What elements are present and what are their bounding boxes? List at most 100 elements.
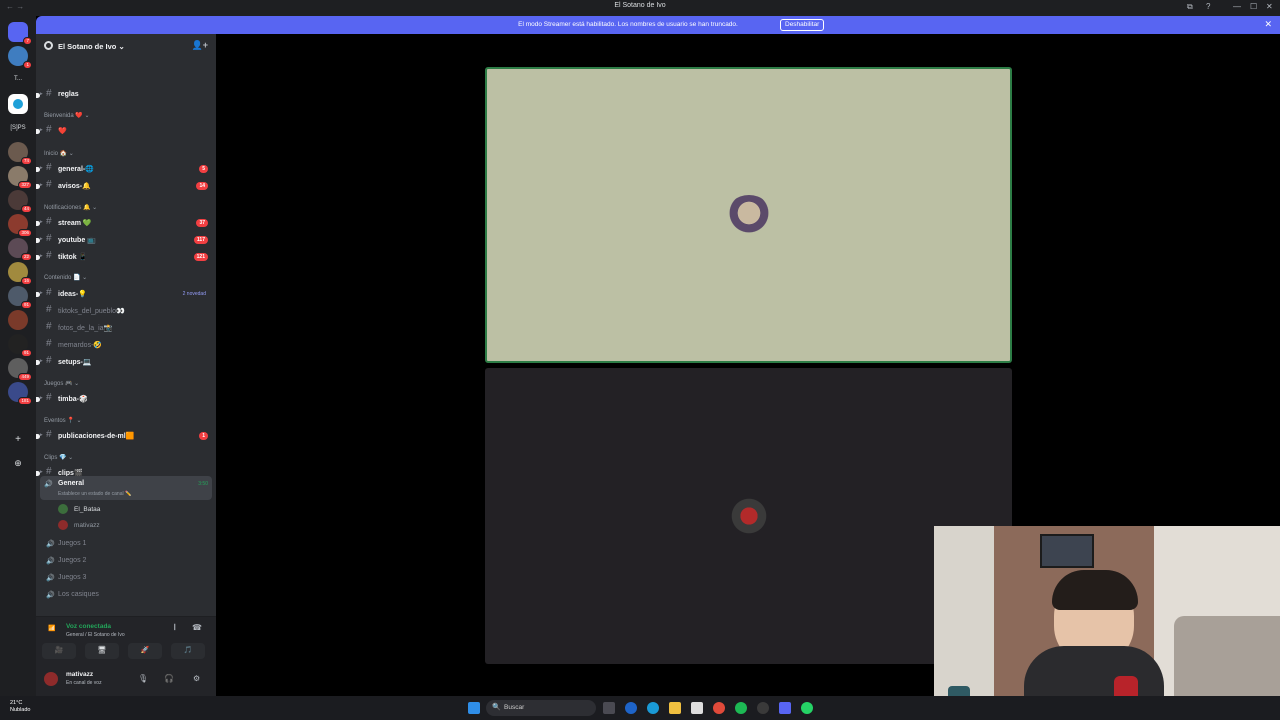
voice-connected-subtitle[interactable]: General / El Sotano de Ivo: [66, 632, 125, 638]
video-tile-mativazz[interactable]: [485, 368, 1012, 664]
text-channel[interactable]: ▸ # general-🌐 5: [36, 162, 212, 177]
channel-category[interactable]: Contenido 📄 ⌄: [44, 274, 87, 281]
voice-connected-title[interactable]: Voz conectada: [66, 623, 111, 630]
text-channel[interactable]: # fotos_de_la_ia📸: [40, 321, 212, 336]
mention-badge: 14: [196, 182, 208, 190]
voice-channel[interactable]: 🔊 Juegos 1: [40, 537, 212, 552]
text-channel[interactable]: ▸ # ❤️: [36, 124, 212, 139]
channel-name: ❤️: [58, 128, 67, 135]
server-label[interactable]: T...: [0, 76, 36, 82]
file-explorer-icon[interactable]: [669, 702, 681, 714]
server-icon[interactable]: 449: [8, 358, 32, 381]
voice-user[interactable]: El_Bataa: [58, 502, 208, 516]
channel-name: fotos_de_la_ia📸: [58, 325, 113, 332]
whatsapp-icon[interactable]: [801, 702, 813, 714]
avatar[interactable]: [44, 672, 58, 686]
server-icon[interactable]: 181: [8, 382, 32, 405]
discover-icon[interactable]: ⊕: [0, 458, 36, 469]
text-channel[interactable]: ▸ # setups-💻: [36, 355, 212, 370]
voice-user[interactable]: mativazz: [58, 518, 208, 532]
screen-share-button[interactable]: 🖥: [85, 643, 119, 659]
voice-channel[interactable]: 🔊 Juegos 3: [40, 571, 212, 586]
channel-status[interactable]: Establece un estado de canal ✏️: [58, 491, 131, 497]
weather-widget[interactable]: 21°C Nublado: [10, 700, 31, 714]
streamer-mode-banner: El modo Streamer está habilitado. Los no…: [36, 16, 1280, 34]
chrome-icon[interactable]: [713, 702, 725, 714]
text-channel[interactable]: ▸ # reglas: [36, 88, 212, 103]
store-icon[interactable]: [691, 702, 703, 714]
server-icon[interactable]: 1: [8, 46, 32, 69]
direct-messages-icon[interactable]: 7: [8, 22, 32, 45]
server-label[interactable]: [S]PS: [0, 125, 36, 131]
noise-suppression-icon[interactable]: 𝄃: [174, 623, 176, 633]
hashtag-icon: #: [46, 216, 52, 227]
mention-badge: 117: [193, 236, 208, 244]
server-icon[interactable]: 327: [8, 166, 32, 189]
copilot-icon[interactable]: [625, 702, 637, 714]
add-server-icon[interactable]: +: [0, 434, 36, 445]
disable-streamer-button[interactable]: Deshabilitar: [780, 19, 825, 31]
text-channel[interactable]: ▸ # timba-🎲: [36, 392, 212, 407]
text-channel[interactable]: # memardos-🤣: [40, 338, 212, 353]
headset-icon[interactable]: 🎧: [164, 674, 174, 683]
edge-icon[interactable]: [647, 702, 659, 714]
server-icon[interactable]: 306: [8, 214, 32, 237]
text-channel[interactable]: ▸ # youtube 📺 117: [36, 233, 212, 248]
text-channel[interactable]: ▸ # publicaciones-de-ml🟧 1: [36, 429, 212, 444]
close-window-button[interactable]: ✕: [1266, 2, 1273, 11]
server-icon[interactable]: 74: [8, 142, 32, 165]
chevron-right-icon: ▸: [40, 182, 43, 188]
text-channel[interactable]: # tiktoks_del_pueblo👀: [40, 304, 212, 319]
obs-icon[interactable]: [757, 702, 769, 714]
activities-button[interactable]: 🚀: [128, 643, 162, 659]
text-channel[interactable]: ▸ # ideas-💡 2 novedad: [36, 287, 212, 302]
server-icon[interactable]: [8, 94, 28, 114]
signal-icon[interactable]: 📶: [48, 625, 55, 632]
task-view-icon[interactable]: [603, 702, 615, 714]
channel-category[interactable]: Clips 💎 ⌄: [44, 454, 73, 461]
camera-button[interactable]: 🎥: [42, 643, 76, 659]
maximize-button[interactable]: ☐: [1250, 2, 1257, 11]
taskbar-search[interactable]: 🔍 Buscar: [486, 700, 596, 716]
server-icon[interactable]: 22: [8, 238, 32, 261]
server-icon[interactable]: 91: [8, 286, 32, 309]
settings-icon[interactable]: ⚙: [193, 674, 200, 683]
channel-category[interactable]: Eventos 📍 ⌄: [44, 417, 82, 424]
help-icon[interactable]: ?: [1206, 2, 1210, 11]
server-icon[interactable]: 16: [8, 262, 32, 285]
microphone-icon[interactable]: 🎙: [138, 674, 148, 683]
speaker-icon: 🔊: [44, 481, 53, 488]
guild-header[interactable]: El Sotano de Ivo ⌄ 👤+: [36, 34, 216, 58]
disconnect-icon[interactable]: ☎: [192, 623, 202, 632]
username[interactable]: mativazz: [66, 671, 93, 678]
channel-category[interactable]: Notificaciones 🔔 ⌄: [44, 204, 97, 211]
channel-category[interactable]: Bienvenida ❤️ ⌄: [44, 112, 90, 119]
channel-category[interactable]: Juegos 🎮 ⌄: [44, 380, 79, 387]
voice-channel[interactable]: 🔊 Los casiques: [40, 588, 212, 603]
server-icon[interactable]: 44: [8, 190, 32, 213]
invite-people-icon[interactable]: 👤+: [192, 40, 208, 51]
video-tile-el-bataa[interactable]: [485, 67, 1012, 363]
search-icon: 🔍: [492, 704, 501, 711]
voice-channel[interactable]: 🔊 Juegos 2: [40, 554, 212, 569]
channel-name: avisos-🔔: [58, 183, 91, 190]
discord-icon[interactable]: [779, 702, 791, 714]
windows-start-icon[interactable]: [468, 702, 480, 714]
text-channel[interactable]: ▸ # avisos-🔔 14: [36, 179, 212, 194]
text-channel[interactable]: ▸ # stream 💚 37: [36, 216, 212, 231]
inbox-icon[interactable]: ⧉: [1187, 2, 1193, 12]
banner-close-icon[interactable]: ✕: [1264, 19, 1272, 30]
soundboard-button[interactable]: 🎵: [171, 643, 205, 659]
channel-category[interactable]: Inicio 🏠 ⌄: [44, 150, 74, 157]
minimize-button[interactable]: —: [1233, 2, 1241, 11]
chevron-right-icon: ▸: [40, 219, 43, 225]
voice-channel-general[interactable]: 🔊 General Establece un estado de canal ✏…: [40, 476, 212, 500]
server-icon[interactable]: 91: [8, 334, 32, 357]
hashtag-icon: #: [46, 233, 52, 244]
chevron-right-icon: ▸: [40, 127, 43, 133]
text-channel[interactable]: ▸ # tiktok 📱 121: [36, 250, 212, 265]
hashtag-icon: #: [46, 338, 52, 349]
spotify-icon[interactable]: [735, 702, 747, 714]
server-icon[interactable]: [8, 310, 28, 330]
chevron-right-icon: ▸: [40, 253, 43, 259]
